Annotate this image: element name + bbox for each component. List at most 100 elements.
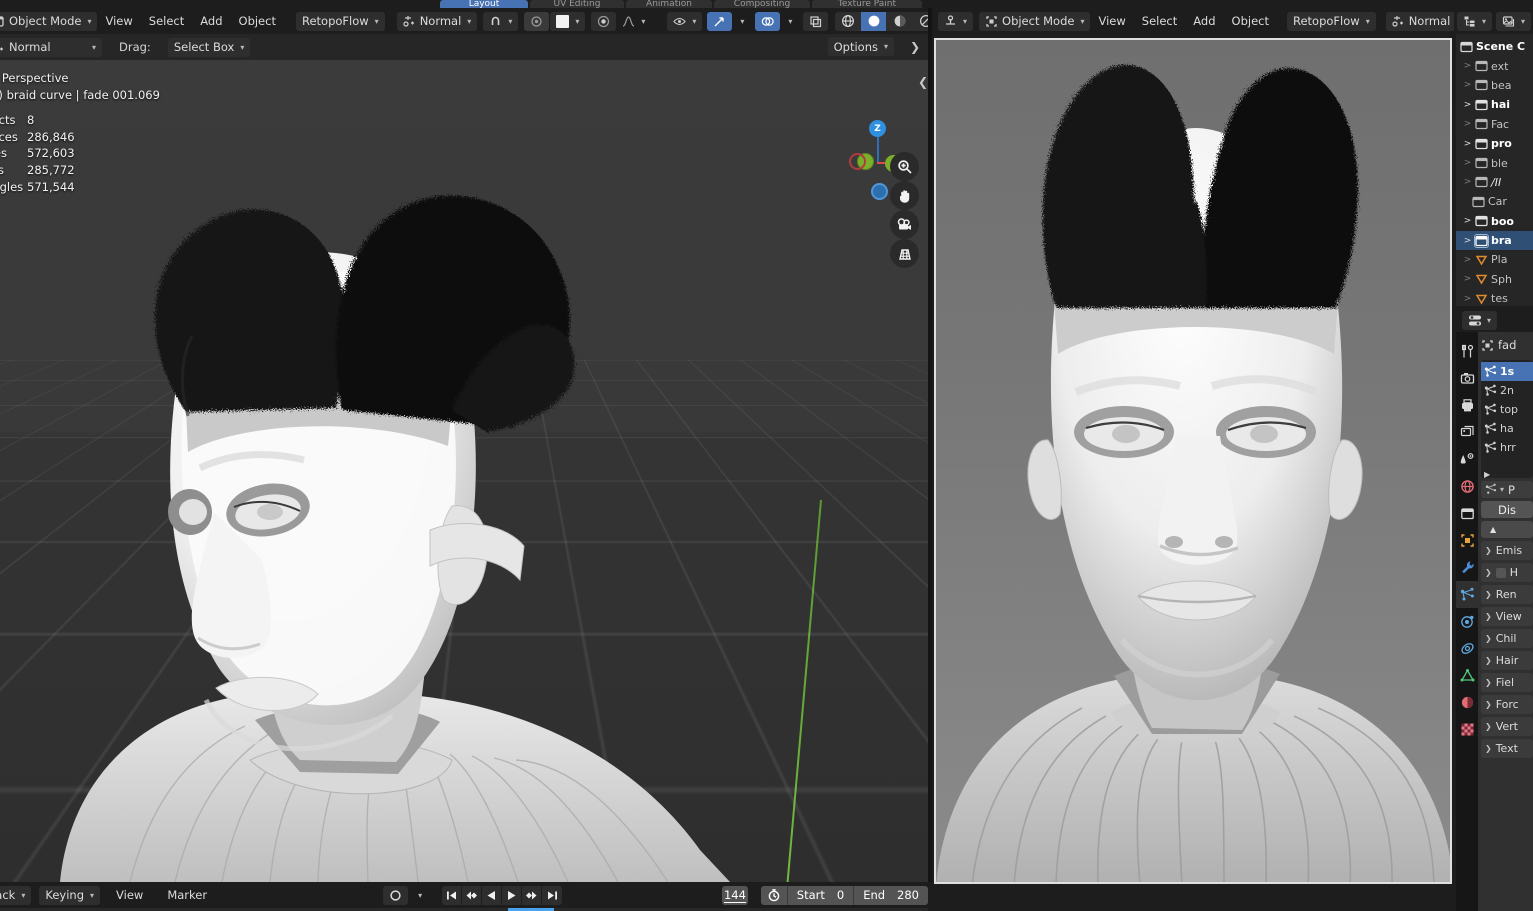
panel-hair-shape[interactable]: ❯ Hair <box>1481 651 1533 670</box>
auto-keying-options[interactable]: ▾ <box>410 886 428 905</box>
panel-textures[interactable]: ❯ Text <box>1481 739 1533 758</box>
outliner-filter-button[interactable]: ▾ <box>1495 11 1531 31</box>
outliner-row-pro[interactable]: > pro <box>1456 134 1533 153</box>
properties-tab-render[interactable] <box>1456 365 1478 392</box>
properties-tab-scene[interactable] <box>1456 446 1478 473</box>
panel-force-field[interactable]: ❯ Forc <box>1481 695 1533 714</box>
expand-arrow-icon[interactable]: > <box>1463 255 1472 265</box>
ortho-persp-button[interactable] <box>890 239 919 268</box>
outliner-row-ble[interactable]: > ble <box>1456 153 1533 172</box>
expand-arrow-icon[interactable]: > <box>1463 216 1472 226</box>
options-dropdown[interactable]: Options ▾ <box>827 37 894 56</box>
expand-arrow-icon[interactable]: > <box>1463 158 1472 168</box>
overlays-toggle[interactable] <box>755 11 781 31</box>
shading-material-button[interactable] <box>887 11 913 31</box>
snap-selector[interactable]: ▾ <box>483 11 519 31</box>
keying-menu[interactable]: Keying ▾ <box>39 885 101 905</box>
pan-button[interactable] <box>890 181 919 210</box>
workspace-tab-compositing[interactable]: Compositing <box>714 0 810 8</box>
menu-select[interactable]: Select <box>141 12 192 31</box>
properties-tab-world[interactable] <box>1456 473 1478 500</box>
properties-tab-object[interactable] <box>1456 527 1478 554</box>
particle-system-row[interactable]: top <box>1481 400 1533 419</box>
panel-render[interactable]: ❯ Ren <box>1481 585 1533 604</box>
outliner-row-braid-selected[interactable]: > bra <box>1456 230 1533 251</box>
outliner-row-misc[interactable]: > /II <box>1456 173 1533 192</box>
menu-add[interactable]: Add <box>192 12 230 31</box>
gizmo-axis-z-neg[interactable] <box>871 183 888 200</box>
workspace-tab-uv-editing[interactable]: UV Editing <box>530 0 624 8</box>
particle-system-list[interactable]: 1s 2n top ha hrr ▶ <box>1481 360 1533 479</box>
properties-tab-modifiers[interactable] <box>1456 554 1478 581</box>
properties-tab-texture[interactable] <box>1456 716 1478 743</box>
collapse-section-button[interactable]: ▲ <box>1481 521 1533 538</box>
prev-keyframe-button[interactable] <box>462 885 483 905</box>
particle-system-row[interactable]: hrr <box>1481 438 1533 457</box>
properties-tab-constraints[interactable] <box>1456 635 1478 662</box>
next-keyframe-button[interactable] <box>522 885 543 905</box>
drag-mode-selector[interactable]: Select Box ▾ <box>167 37 251 57</box>
end-frame-field[interactable]: End 280 <box>854 888 928 902</box>
outliner-row-hair[interactable]: > hai <box>1456 95 1533 114</box>
gizmo-options-dropdown[interactable]: ▾ <box>732 12 750 31</box>
expand-arrow-icon[interactable]: > <box>1463 177 1472 187</box>
gizmo-axis-z[interactable]: Z <box>869 120 886 137</box>
menu-view[interactable]: View <box>97 12 140 31</box>
outliner-row-boo[interactable]: > boo <box>1456 212 1533 231</box>
playback-menu[interactable]: back ▾ <box>0 885 32 905</box>
particle-datablock-field[interactable]: ▾ P <box>1481 481 1533 498</box>
panel-field-weights[interactable]: ❯ Fiel <box>1481 673 1533 692</box>
display-button[interactable]: Dis <box>1481 501 1533 518</box>
start-frame-field[interactable]: Start 0 <box>788 888 853 902</box>
outliner-row-test[interactable]: > tes <box>1456 289 1533 306</box>
workspace-tab-layout[interactable]: Layout <box>440 0 528 8</box>
properties-tab-particles[interactable] <box>1456 581 1478 608</box>
outliner-row-sphere[interactable]: > Sph <box>1456 270 1533 289</box>
transform-orientation-selector[interactable]: Normal ▾ <box>396 11 478 31</box>
use-preview-range-button[interactable] <box>761 888 787 902</box>
outliner-row-face[interactable]: > Fac <box>1456 115 1533 134</box>
visibility-selector[interactable]: ▾ <box>667 11 703 31</box>
menu-select[interactable]: Select <box>1134 12 1185 31</box>
menu-object[interactable]: Object <box>231 12 284 31</box>
menu-object[interactable]: Object <box>1224 12 1277 31</box>
proportional-falloff-selector[interactable]: ▾ <box>550 11 586 31</box>
particle-system-row[interactable]: ha <box>1481 419 1533 438</box>
play-reverse-button[interactable] <box>482 885 503 905</box>
expand-arrow-icon[interactable]: > <box>1463 236 1472 246</box>
gizmo-toggle[interactable] <box>707 11 733 31</box>
outliner-row-bea[interactable]: > bea <box>1456 76 1533 95</box>
outliner-row-ext[interactable]: > ext <box>1456 56 1533 75</box>
play-button[interactable] <box>502 885 523 905</box>
particle-system-row[interactable]: 1s <box>1481 362 1533 381</box>
panel-emission[interactable]: ❯ Emis <box>1481 541 1533 560</box>
tool-orientation-selector[interactable]: Normal ▾ <box>0 37 102 57</box>
properties-tab-view-layer[interactable] <box>1456 419 1478 446</box>
object-mode-selector[interactable]: Object Mode ▾ <box>979 11 1091 31</box>
jump-to-end-button[interactable] <box>542 885 563 905</box>
outliner-tree[interactable]: Scene C > ext > bea > hai > Fac > pro > ble > /… <box>1456 34 1533 306</box>
expand-arrow-icon[interactable]: > <box>1463 294 1472 304</box>
properties-tab-physics[interactable] <box>1456 608 1478 635</box>
properties-tab-collection[interactable] <box>1456 500 1478 527</box>
current-frame-field[interactable]: 144 <box>722 885 748 905</box>
overlays-options-dropdown[interactable]: ▾ <box>780 12 798 31</box>
camera-view-button[interactable] <box>890 210 919 239</box>
left-viewport-canvas[interactable]: User Perspective (144) braid curve | fad… <box>0 60 928 882</box>
shading-solid-button[interactable] <box>861 11 887 31</box>
menu-add[interactable]: Add <box>1185 12 1223 31</box>
auto-keying-toggle[interactable] <box>383 885 409 905</box>
expand-arrow-icon[interactable]: > <box>1463 119 1472 129</box>
expand-arrow-icon[interactable]: > <box>1463 139 1472 149</box>
editor-type-selector[interactable]: ▾ <box>938 11 974 31</box>
particle-system-row[interactable]: 2n <box>1481 381 1533 400</box>
viewport-sidebar-toggle[interactable]: ❮ <box>918 75 928 89</box>
expand-arrow-icon[interactable]: > <box>1463 80 1472 90</box>
properties-tab-output[interactable] <box>1456 392 1478 419</box>
panel-hair-dynamics[interactable]: ❯ H <box>1481 563 1533 582</box>
editor-type-selector[interactable]: Object Mode ▾ <box>0 11 98 31</box>
menu-retopoflow[interactable]: RetopoFlow ▾ <box>1287 11 1376 31</box>
panel-checkbox[interactable] <box>1495 567 1506 578</box>
zoom-button[interactable] <box>890 152 919 181</box>
xray-toggle[interactable] <box>803 11 829 31</box>
